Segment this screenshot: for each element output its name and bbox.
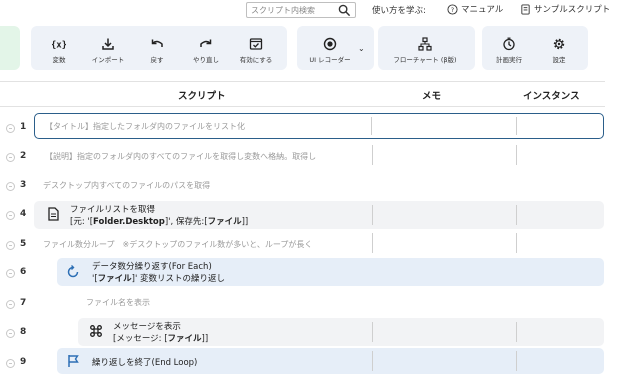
side-panel-tab[interactable] (0, 26, 20, 70)
sample-scripts-label: サンプルスクリプト (534, 5, 611, 15)
instance-column-separator (516, 205, 517, 225)
row-collapse-icon[interactable] (6, 182, 15, 191)
column-header-memo: メモ (422, 91, 442, 102)
import-button[interactable]: インポート (84, 26, 132, 70)
enable-icon (249, 38, 263, 50)
script-search-box[interactable] (246, 2, 356, 18)
command-title: ファイルリストを取得 (70, 205, 156, 215)
line-number: 2 (20, 151, 27, 161)
row-collapse-icon[interactable] (6, 359, 15, 368)
loop-icon (67, 265, 79, 278)
script-row-9[interactable]: 9 繰り返しを終了(End Loop) (0, 348, 605, 377)
loop-end-title: 繰り返しを終了(End Loop) (92, 358, 198, 368)
row-collapse-icon[interactable] (6, 124, 15, 133)
comment-text: 【説明】指定のフォルダ内のすべてのファイルを取得し変数へ格納。取得し (45, 152, 317, 161)
line-number: 8 (20, 327, 27, 337)
loop-params: '[ファイル]' 変数リストの繰り返し (92, 274, 226, 284)
line-number: 3 (20, 180, 27, 190)
header-top-divider (0, 81, 605, 82)
row-collapse-icon[interactable] (6, 153, 15, 162)
column-header-instance: インスタンス (523, 91, 580, 102)
settings-gear-icon (553, 38, 565, 50)
undo-button[interactable]: 戻す (133, 26, 181, 70)
header-bottom-divider (0, 106, 605, 107)
script-row-1[interactable]: 1 【タイトル】指定したフォルダ内のファイルをリスト化 (0, 113, 605, 142)
line-number: 5 (20, 239, 27, 249)
schedule-icon (503, 37, 515, 51)
comment-text: ファイル数分ループ ※デスクトップのファイル数が多いと、ループが長く (43, 240, 313, 249)
line-number: 6 (20, 267, 27, 277)
enable-button[interactable]: 有効にする (232, 26, 280, 70)
sample-script-icon (521, 3, 530, 15)
command-title: メッセージを表示 (113, 322, 181, 332)
variable-button[interactable]: {x} 変数 (35, 26, 83, 70)
instance-column-separator (516, 322, 517, 342)
instance-column-separator (516, 117, 517, 135)
line-number: 4 (20, 209, 27, 219)
script-row-5[interactable]: 5 ファイル数分ループ ※デスクトップのファイル数が多いと、ループが長く (0, 231, 605, 260)
comment-text: ファイル名を表示 (86, 298, 150, 307)
svg-text:{x}: {x} (52, 41, 66, 51)
comment-text: 【タイトル】指定したフォルダ内のファイルをリスト化 (45, 122, 245, 131)
line-number: 7 (20, 298, 27, 308)
script-row-3[interactable]: 3 デスクトップ内すべてのファイルのパスを取得 (0, 172, 605, 201)
record-icon (323, 37, 337, 51)
loop-title: データ数分繰り返す(For Each) (92, 262, 212, 272)
variable-icon: {x} (52, 41, 66, 51)
undo-icon (151, 39, 163, 47)
memo-column-separator (372, 351, 373, 371)
svg-text:?: ? (451, 5, 454, 13)
script-row-2[interactable]: 2 【説明】指定のフォルダ内のすべてのファイルを取得し変数へ格納。取得し (0, 143, 605, 172)
column-header-script: スクリプト (178, 91, 226, 102)
manual-link-label: マニュアル (461, 5, 504, 15)
memo-column-separator (372, 145, 373, 165)
instance-column-separator (516, 233, 517, 253)
script-row-6[interactable]: 6 データ数分繰り返す(For Each) '[ファイル]' 変数リストの繰り返… (0, 258, 605, 287)
learn-label: 使い方を学ぶ: (372, 6, 426, 16)
row-collapse-icon[interactable] (6, 329, 15, 338)
row-collapse-icon[interactable] (6, 211, 15, 220)
memo-column-separator (372, 322, 373, 342)
memo-column-separator (372, 205, 373, 225)
settings-button[interactable]: 設定 (535, 26, 583, 70)
command-params: [メッセージ: [ファイル]] (113, 334, 209, 344)
scheduled-run-button[interactable]: 計画実行 (485, 26, 533, 70)
memo-column-separator (371, 117, 372, 135)
sample-scripts-link[interactable]: サンプルスクリプト (520, 3, 610, 15)
row-collapse-icon[interactable] (6, 269, 15, 278)
redo-button[interactable]: やり直し (182, 26, 230, 70)
line-number: 9 (20, 357, 27, 367)
recorder-dropdown-arrow-icon[interactable]: ⌄ (358, 44, 365, 53)
script-row-7[interactable]: 7 ファイル名を表示 (0, 289, 605, 318)
line-number: 1 (20, 122, 27, 132)
row-collapse-icon[interactable] (6, 241, 15, 250)
command-params: [元: '[Folder.Desktop]', 保存先:[ファイル]] (70, 217, 249, 227)
ui-recorder-button[interactable]: UI レコーダー (306, 26, 354, 70)
command-key-icon (90, 325, 102, 337)
flowchart-icon (418, 37, 432, 51)
flowchart-button[interactable]: フローチャート (β版) (385, 26, 465, 70)
search-icon[interactable] (338, 4, 351, 17)
script-row-8[interactable]: 8 メッセージを表示 [メッセージ: [ファイル]] (0, 318, 605, 347)
manual-link[interactable]: ? マニュアル (447, 3, 503, 15)
row-collapse-icon[interactable] (6, 300, 15, 309)
help-circle-icon: ? (447, 3, 458, 15)
script-search-input[interactable] (247, 3, 337, 17)
memo-column-separator (372, 233, 373, 253)
comment-text: デスクトップ内すべてのファイルのパスを取得 (43, 181, 211, 190)
instance-column-separator (516, 351, 517, 371)
redo-icon (200, 39, 212, 47)
document-icon (48, 207, 59, 221)
flag-icon (68, 355, 79, 367)
import-icon (102, 38, 114, 50)
instance-column-separator (516, 145, 517, 165)
script-row-4[interactable]: 4 ファイルリストを取得 [元: '[Folder.Desktop]', 保存先… (0, 201, 605, 230)
